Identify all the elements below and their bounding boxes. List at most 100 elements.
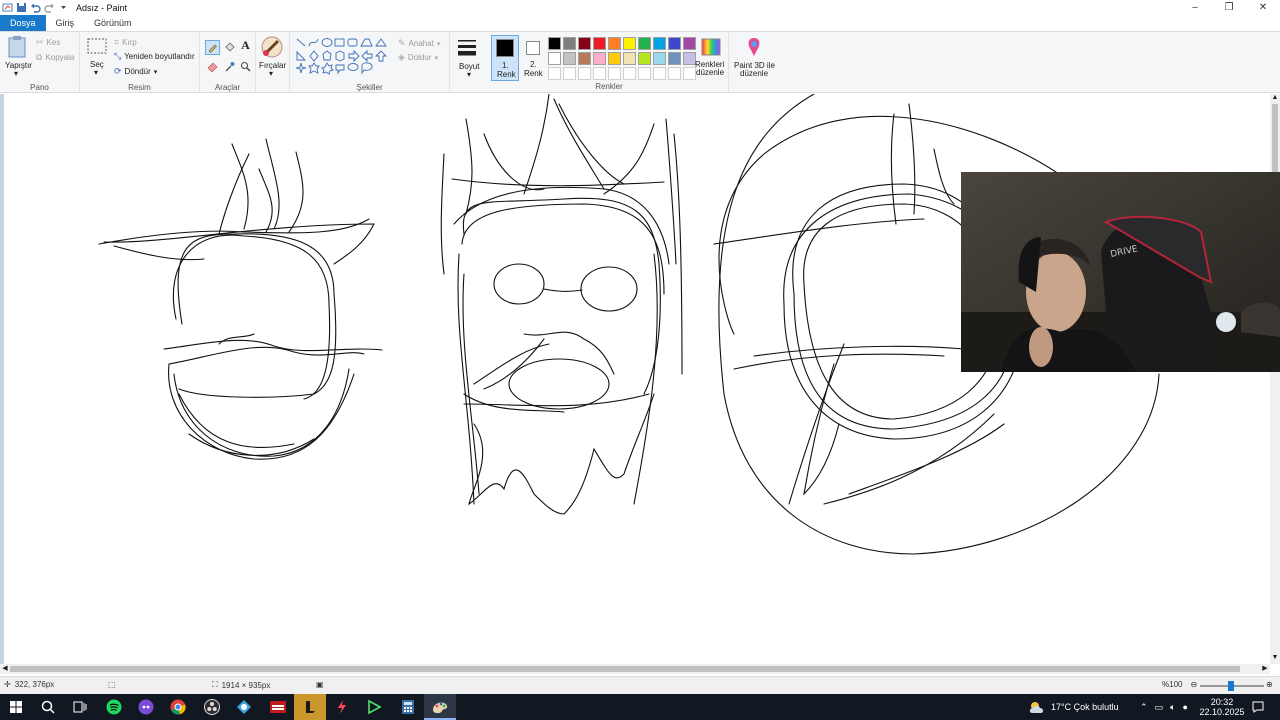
palette-swatch[interactable]	[653, 37, 666, 50]
notifications-button[interactable]	[1252, 694, 1264, 720]
custom-color-slot[interactable]	[593, 67, 606, 80]
discord-taskbar-icon[interactable]	[130, 694, 162, 720]
color-picker-icon[interactable]	[222, 59, 237, 74]
rotate-button[interactable]: ⟳ Döndür ▾	[114, 66, 157, 77]
palette-swatch[interactable]	[623, 52, 636, 65]
minimize-button[interactable]: –	[1178, 0, 1212, 15]
horizontal-scrollbar[interactable]: ◀ ▶	[0, 664, 1270, 674]
resize-button[interactable]: ⤡ Yeniden boyutlandır	[114, 51, 195, 62]
zoom-slider[interactable]	[1200, 681, 1264, 691]
palette-swatch[interactable]	[548, 37, 561, 50]
palette-swatch[interactable]	[608, 37, 621, 50]
palette-swatch[interactable]	[593, 37, 606, 50]
shapes-gallery-icon[interactable]	[295, 37, 395, 75]
app-taskbar-icon-1[interactable]	[228, 694, 260, 720]
scroll-right-icon[interactable]: ▶	[1260, 664, 1270, 674]
scroll-left-icon[interactable]: ◀	[0, 664, 10, 674]
color1-button[interactable]: 1. Renk	[491, 35, 519, 81]
text-tool-icon[interactable]: A	[238, 38, 253, 53]
valorant-taskbar-icon[interactable]	[326, 694, 358, 720]
custom-color-slot[interactable]	[578, 67, 591, 80]
cut-button[interactable]: ✂ Kes	[36, 37, 60, 48]
volume-icon[interactable]: 🔈︎	[1170, 702, 1175, 713]
palette-swatch[interactable]	[578, 52, 591, 65]
select-button[interactable]: Seç ▾	[86, 37, 110, 77]
search-button[interactable]	[32, 694, 64, 720]
microphone-icon[interactable]: ●	[1182, 702, 1187, 712]
palette-swatch[interactable]	[623, 37, 636, 50]
quick-access-dropdown-icon[interactable]	[56, 1, 70, 15]
scroll-down-icon[interactable]: ▼	[1270, 654, 1280, 664]
zoom-in-icon[interactable]: ⊕	[1266, 680, 1273, 689]
palette-swatch[interactable]	[668, 52, 681, 65]
fill-button[interactable]: ◈ Doldur ▾	[398, 52, 438, 63]
maximize-button[interactable]: ❐	[1212, 0, 1246, 15]
rotate-label: Döndür	[124, 67, 151, 76]
paste-button[interactable]: Yapıştır ▾	[4, 35, 32, 78]
zoom-out-icon[interactable]: ⊖	[1190, 680, 1197, 689]
edit-colors-button[interactable]: Renkleri düzenle	[694, 35, 728, 83]
size-button[interactable]: Boyut ▾	[454, 36, 486, 82]
spotify-taskbar-icon[interactable]	[98, 694, 130, 720]
task-view-button[interactable]	[64, 694, 96, 720]
app-taskbar-icon-3[interactable]	[358, 694, 390, 720]
brushes-button[interactable]: Fırçalar ▾	[259, 36, 287, 82]
tab-home[interactable]: Giriş	[46, 15, 85, 31]
selection-size-icon: ⬚	[108, 680, 116, 689]
zoom-slider-thumb[interactable]	[1228, 681, 1234, 691]
custom-color-slot[interactable]	[608, 67, 621, 80]
crop-button[interactable]: ⌗ Kırp	[114, 37, 137, 48]
outline-label: Anahat	[408, 39, 434, 48]
outline-button[interactable]: ✎ Anahat ▾	[398, 38, 440, 49]
palette-swatch[interactable]	[608, 52, 621, 65]
start-button[interactable]	[0, 694, 32, 720]
calculator-taskbar-icon[interactable]	[392, 694, 424, 720]
palette-swatch[interactable]	[563, 52, 576, 65]
fill-bucket-icon[interactable]	[222, 40, 237, 55]
palette-swatch[interactable]	[548, 52, 561, 65]
tray-chevron-icon[interactable]: ⌃	[1140, 702, 1148, 713]
brushes-group: Fırçalar ▾	[256, 32, 290, 93]
palette-swatch[interactable]	[593, 52, 606, 65]
palette-swatch[interactable]	[638, 52, 651, 65]
palette-swatch[interactable]	[668, 37, 681, 50]
eraser-icon[interactable]	[205, 59, 220, 74]
paint-taskbar-icon[interactable]	[424, 694, 456, 720]
webcam-overlay: DRIVE	[961, 172, 1280, 372]
color2-button[interactable]: 2. Renk	[520, 35, 546, 81]
pencil-tool-icon[interactable]	[205, 40, 220, 55]
palette-swatch[interactable]	[563, 37, 576, 50]
scroll-up-icon[interactable]: ▲	[1270, 94, 1280, 104]
weather-widget[interactable]: 17°C Çok bulutlu	[1028, 694, 1119, 720]
redo-icon[interactable]	[42, 1, 56, 15]
canvas-size: 1914 × 935px	[221, 680, 271, 690]
copy-button[interactable]: ⧉ Kopyala	[36, 52, 74, 63]
tab-file[interactable]: Dosya	[0, 15, 46, 31]
undo-icon[interactable]	[28, 1, 42, 15]
obs-taskbar-icon[interactable]	[196, 694, 228, 720]
image-group-label: Resim	[128, 83, 151, 92]
chrome-taskbar-icon[interactable]	[162, 694, 194, 720]
custom-color-slot[interactable]	[638, 67, 651, 80]
custom-color-slot[interactable]	[668, 67, 681, 80]
custom-color-slot[interactable]	[563, 67, 576, 80]
app-taskbar-icon-2[interactable]	[262, 694, 294, 720]
custom-color-slot[interactable]	[653, 67, 666, 80]
custom-color-slot[interactable]	[623, 67, 636, 80]
palette-swatch[interactable]	[578, 37, 591, 50]
sketch-face-left	[98, 138, 383, 460]
tab-view[interactable]: Görünüm	[84, 15, 142, 31]
save-icon[interactable]	[14, 1, 28, 15]
magnifier-icon[interactable]	[238, 59, 253, 74]
palette-swatch[interactable]	[653, 52, 666, 65]
palette-swatch[interactable]	[638, 37, 651, 50]
league-taskbar-icon[interactable]	[294, 694, 326, 720]
clock[interactable]: 20:32 22.10.2025	[1199, 694, 1245, 720]
close-button[interactable]: ✕	[1246, 0, 1280, 15]
resize-label: Yeniden boyutlandır	[124, 52, 195, 61]
paint3d-button[interactable]: Paint 3D ile düzenle	[732, 35, 776, 83]
network-icon[interactable]: ▭	[1155, 702, 1164, 713]
horizontal-scroll-thumb[interactable]	[10, 666, 1240, 672]
custom-color-slot[interactable]	[548, 67, 561, 80]
clock-date: 22.10.2025	[1199, 707, 1245, 717]
